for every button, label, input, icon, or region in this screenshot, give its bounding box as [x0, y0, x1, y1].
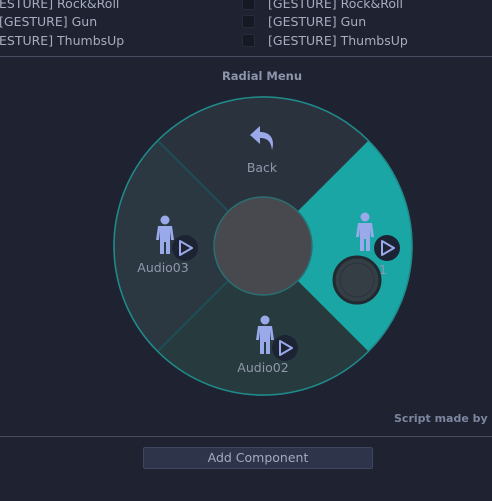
back-label: Back	[246, 160, 278, 175]
play-icon-audio01[interactable]	[374, 235, 400, 261]
radial-center-hub[interactable]	[213, 196, 313, 296]
audio01-label: 1	[379, 262, 387, 277]
audio03-label: Audio03	[137, 260, 189, 275]
audio02-label: Audio02	[237, 360, 289, 375]
play-icon-audio03[interactable]	[172, 235, 198, 261]
back-arrow-icon	[250, 126, 273, 150]
add-component-button[interactable]: Add Component	[143, 447, 373, 469]
script-credit: Script made by Bla	[394, 412, 492, 425]
radial-menu	[113, 96, 413, 396]
cursor-indicator	[332, 255, 382, 305]
play-icon-audio02[interactable]	[272, 335, 298, 361]
section-divider-bottom	[0, 436, 492, 437]
